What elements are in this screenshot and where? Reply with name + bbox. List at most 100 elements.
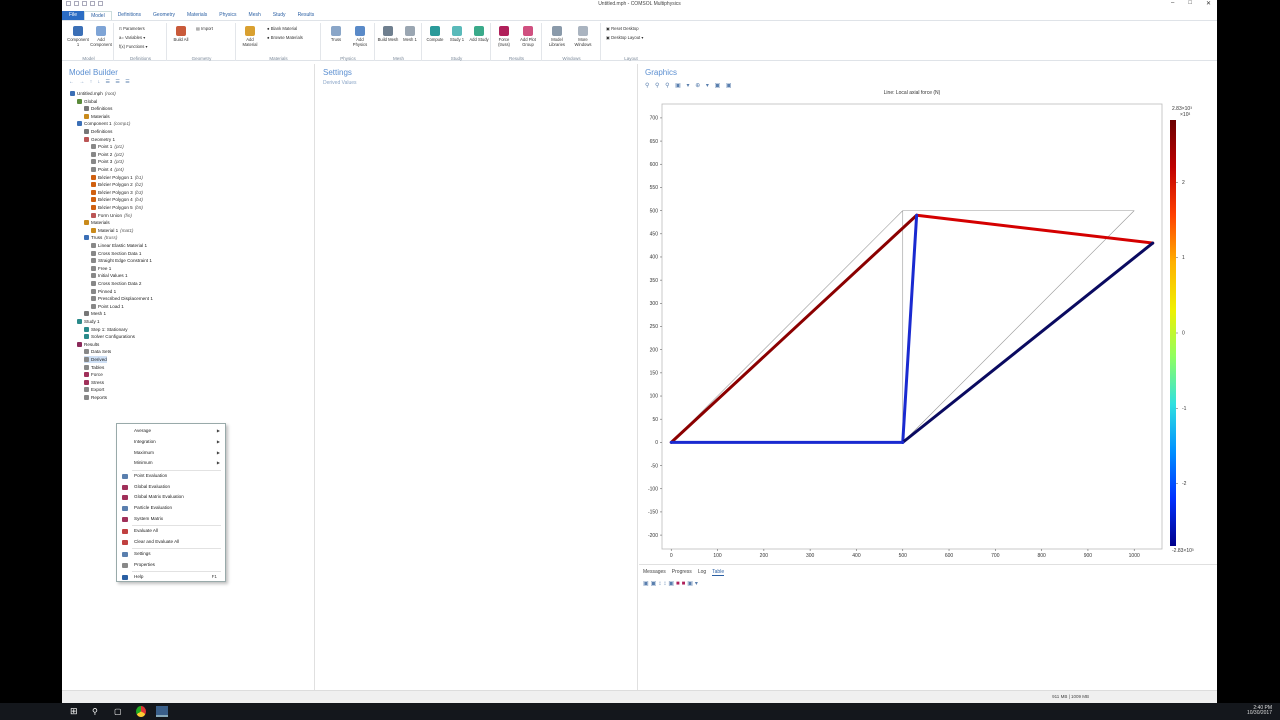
tree-node-untitled-mph[interactable]: Untitled.mph (root) (70, 90, 116, 97)
reset-desktop-button[interactable]: ▣ Reset Desktop (606, 26, 639, 31)
menu-item-system-matrix[interactable]: System Matrix (117, 514, 225, 524)
tree-node-initial-values-1[interactable]: Initial Values 1 (91, 272, 128, 279)
tree-node-solver-configurations[interactable]: Solver Configurations (84, 333, 135, 340)
tab-model[interactable]: Model (84, 11, 112, 20)
build-mesh-button[interactable]: Build Mesh (377, 26, 399, 42)
menu-item-integration[interactable]: Integration ▶ (117, 437, 225, 447)
desktop-layout-button[interactable]: ▣ Desktop Layout ▾ (606, 35, 644, 40)
menu-item-properties[interactable]: Properties (117, 560, 225, 570)
tab-results[interactable]: Results (292, 11, 321, 20)
windows-start-icon[interactable]: ⊞ (70, 706, 79, 717)
tree-node-results[interactable]: Results (77, 341, 99, 348)
add-physics-button[interactable]: Add Physics (349, 26, 371, 47)
tab-messages[interactable]: Messages (643, 569, 666, 576)
tab-file[interactable]: File (62, 11, 85, 20)
menu-item-average[interactable]: Average ▶ (117, 426, 225, 436)
truss-button[interactable]: Truss (325, 26, 347, 42)
tree-node-reports[interactable]: Reports (84, 394, 107, 401)
more-windows-button[interactable]: More Windows (572, 26, 594, 47)
force-plot-button[interactable]: Force (truss) (493, 26, 515, 47)
menu-item-evaluate-all[interactable]: Evaluate All (117, 526, 225, 536)
tab-physics[interactable]: Physics (213, 11, 242, 20)
menu-item-global-evaluation[interactable]: Global Evaluation (117, 482, 225, 492)
maximize-icon[interactable]: □ (1188, 0, 1192, 7)
mesh1-button[interactable]: Mesh 1 (399, 26, 421, 42)
tree-node-tables[interactable]: Tables (84, 364, 104, 371)
tab-table[interactable]: Table (712, 569, 725, 576)
tree-node-prescribed-displacement-1[interactable]: Prescribed Displacement 1 (91, 295, 153, 302)
tree-node-b-zier-polygon-1[interactable]: Bézier Polygon 1 (b1) (91, 174, 143, 181)
menu-item-settings[interactable]: Settings (117, 549, 225, 559)
build-all-button[interactable]: Build All (170, 26, 192, 42)
tree-node-mesh-1[interactable]: Mesh 1 (84, 310, 106, 317)
tree-node-force[interactable]: Force (84, 371, 103, 378)
tree-node-truss[interactable]: Truss (truss) (84, 234, 117, 241)
chrome-icon[interactable] (136, 706, 146, 717)
tree-node-derived[interactable]: Derived (84, 356, 107, 363)
tab-materials[interactable]: Materials (181, 11, 213, 20)
tab-geometry[interactable]: Geometry (147, 11, 181, 20)
tree-node-cross-section-data-1[interactable]: Cross Section Data 1 (91, 250, 141, 257)
tree-node-pinned-1[interactable]: Pinned 1 (91, 288, 116, 295)
menu-item-global-matrix-evaluation[interactable]: Global Matrix Evaluation (117, 492, 225, 502)
tree-node-materials[interactable]: Materials (84, 113, 110, 120)
tree-node-export[interactable]: Export (84, 386, 104, 393)
menu-item-particle-evaluation[interactable]: Particle Evaluation (117, 503, 225, 513)
model-libraries-button[interactable]: Model Libraries (546, 26, 568, 47)
tree-node-point-3[interactable]: Point 3 (pt3) (91, 158, 124, 165)
tree-node-b-zier-polygon-2[interactable]: Bézier Polygon 2 (b2) (91, 181, 143, 188)
functions-button[interactable]: f(x) Functions ▾ (119, 44, 148, 49)
tree-node-b-zier-polygon-3[interactable]: Bézier Polygon 3 (b3) (91, 189, 143, 196)
tree-node-point-1[interactable]: Point 1 (pt1) (91, 143, 124, 150)
tab-definitions[interactable]: Definitions (112, 11, 147, 20)
model-builder-toolbar[interactable]: ← → ↑ ↓ ☰ ☰ ☰ (69, 79, 132, 85)
variables-button[interactable]: a= Variables ▾ (119, 35, 145, 40)
menu-item-point-evaluation[interactable]: Point Evaluation (117, 471, 225, 481)
tab-mesh[interactable]: Mesh (243, 11, 267, 20)
tree-node-material-1[interactable]: Material 1 (mat1) (91, 227, 133, 234)
tree-node-component-1[interactable]: Component 1 (comp1) (77, 120, 130, 127)
tree-node-step-1-stationary[interactable]: Step 1: Stationary (84, 326, 128, 333)
tree-node-b-zier-polygon-5[interactable]: Bézier Polygon 5 (b5) (91, 204, 143, 211)
tree-node-definitions[interactable]: Definitions (84, 105, 112, 112)
tree-node-straight-edge-constraint-1[interactable]: Straight Edge Constraint 1 (91, 257, 152, 264)
add-plot-group-button[interactable]: Add Plot Group (517, 26, 539, 47)
comsol-taskbar-icon[interactable] (156, 706, 168, 717)
graphics-canvas[interactable]: Line: Local axial force (N)0 100 200 300 400… (639, 64, 1217, 564)
tree-node-study-1[interactable]: Study 1 (77, 318, 100, 325)
menu-item-clear-and-evaluate-all[interactable]: Clear and Evaluate All (117, 537, 225, 547)
add-study-button[interactable]: Add Study (468, 26, 490, 42)
compute-button[interactable]: Compute (424, 26, 446, 42)
add-component-button[interactable]: Add Component (90, 26, 112, 47)
tree-node-definitions[interactable]: Definitions (84, 128, 112, 135)
minimize-icon[interactable]: – (1171, 0, 1174, 7)
add-material-button[interactable]: Add Material (239, 26, 261, 47)
tree-node-cross-section-data-2[interactable]: Cross Section Data 2 (91, 280, 141, 287)
tree-node-form-union[interactable]: Form Union (fin) (91, 212, 132, 219)
tree-node-geometry-1[interactable]: Geometry 1 (84, 136, 115, 143)
menu-item-maximum[interactable]: Maximum ▶ (117, 448, 225, 458)
browse-materials-button[interactable]: ● Browse Materials (267, 35, 303, 40)
tree-node-b-zier-polygon-4[interactable]: Bézier Polygon 4 (b4) (91, 196, 143, 203)
tree-node-linear-elastic-material-1[interactable]: Linear Elastic Material 1 (91, 242, 147, 249)
close-icon[interactable]: ✕ (1206, 0, 1211, 7)
menu-item-help[interactable]: Help F1 (117, 572, 225, 582)
blank-material-button[interactable]: ● Blank Material (267, 26, 297, 31)
study1-button[interactable]: Study 1 (446, 26, 468, 42)
parameters-button[interactable]: π Parameters (119, 26, 145, 31)
component-button[interactable]: Component 1 (67, 26, 89, 47)
tab-log[interactable]: Log (698, 569, 706, 576)
tab-study[interactable]: Study (267, 11, 292, 20)
tree-node-materials[interactable]: Materials (84, 219, 110, 226)
import-button[interactable]: ▤ Import (196, 26, 213, 31)
menu-item-minimum[interactable]: Minimum ▶ (117, 458, 225, 468)
tree-node-free-1[interactable]: Free 1 (91, 265, 111, 272)
task-view-icon[interactable]: ▢ (114, 706, 123, 717)
tree-node-point-4[interactable]: Point 4 (pt4) (91, 166, 124, 173)
tab-progress[interactable]: Progress (672, 569, 692, 576)
search-icon[interactable]: ⚲ (92, 706, 101, 717)
table-toolbar[interactable]: ▣▣↕↕▣■■▣▾ (643, 580, 700, 587)
tree-node-point-2[interactable]: Point 2 (pt2) (91, 151, 124, 158)
tree-node-stress[interactable]: Stress (84, 379, 104, 386)
tree-node-global[interactable]: Global (77, 98, 97, 105)
